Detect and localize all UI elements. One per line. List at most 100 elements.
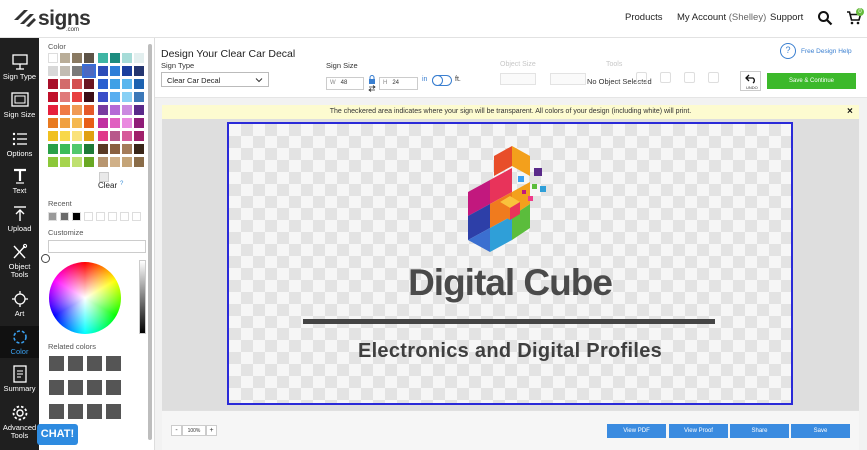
color-swatch[interactable] <box>84 144 94 154</box>
sidebar-item-sign-type[interactable]: Sign Type <box>0 53 39 81</box>
color-swatch[interactable] <box>72 118 82 128</box>
color-swatch[interactable] <box>72 144 82 154</box>
color-swatch[interactable] <box>98 105 108 115</box>
related-color-swatch[interactable] <box>49 404 64 419</box>
color-swatch[interactable] <box>122 105 132 115</box>
color-swatch[interactable] <box>98 66 108 76</box>
related-color-swatch[interactable] <box>68 356 83 371</box>
recent-color-swatch[interactable] <box>60 212 69 221</box>
color-swatch[interactable] <box>60 92 70 102</box>
color-swatch[interactable] <box>72 92 82 102</box>
lock-ratio-icon[interactable] <box>368 75 376 92</box>
color-swatch[interactable] <box>110 131 120 141</box>
free-design-help-link[interactable]: Free Design Help <box>801 48 852 55</box>
customize-hex-input[interactable] <box>48 240 146 253</box>
color-swatch[interactable] <box>84 92 94 102</box>
color-swatch[interactable] <box>122 92 132 102</box>
sidebar-item-art[interactable]: Art <box>0 290 39 318</box>
clear-color-label[interactable]: Clear <box>98 181 117 190</box>
share-button[interactable]: Share <box>730 424 789 438</box>
related-color-swatch[interactable] <box>49 380 64 395</box>
color-swatch[interactable] <box>122 118 132 128</box>
related-color-swatch[interactable] <box>87 380 102 395</box>
width-input[interactable]: W 48 <box>326 77 364 90</box>
related-color-swatch[interactable] <box>106 404 121 419</box>
color-swatch[interactable] <box>110 105 120 115</box>
color-swatch[interactable] <box>60 66 70 76</box>
color-swatch[interactable] <box>122 131 132 141</box>
color-swatch[interactable] <box>48 105 58 115</box>
color-swatch[interactable] <box>134 105 144 115</box>
color-swatch[interactable] <box>98 79 108 89</box>
color-swatch[interactable] <box>110 66 120 76</box>
color-swatch[interactable] <box>122 53 132 63</box>
brightness-slider[interactable] <box>139 260 146 334</box>
related-color-swatch[interactable] <box>106 356 121 371</box>
color-swatch[interactable] <box>134 92 144 102</box>
color-swatch[interactable] <box>134 118 144 128</box>
color-swatch[interactable] <box>134 66 144 76</box>
color-swatch[interactable] <box>84 105 94 115</box>
sidebar-item-text[interactable]: Text <box>0 167 39 195</box>
color-swatch[interactable] <box>72 53 82 63</box>
color-swatch[interactable] <box>48 53 58 63</box>
color-swatch[interactable] <box>72 157 82 167</box>
nav-my-account[interactable]: My Account (Shelley) <box>677 12 766 23</box>
color-swatch[interactable] <box>98 53 108 63</box>
chat-button[interactable]: CHAT! <box>37 424 78 445</box>
sidebar-item-color[interactable]: Color <box>0 328 39 356</box>
recent-color-swatch[interactable] <box>72 212 81 221</box>
view-pdf-button[interactable]: View PDF <box>607 424 666 438</box>
color-wheel-handle[interactable] <box>41 254 50 263</box>
recent-color-swatch[interactable] <box>132 212 141 221</box>
color-swatch[interactable] <box>60 79 70 89</box>
color-swatch[interactable] <box>98 118 108 128</box>
color-swatch[interactable] <box>48 157 58 167</box>
color-swatch[interactable] <box>110 79 120 89</box>
sidebar-item-object-tools[interactable]: Object Tools <box>0 243 39 279</box>
color-panel-scrollbar[interactable] <box>148 44 152 440</box>
color-swatch[interactable] <box>82 64 96 78</box>
color-swatch[interactable] <box>72 105 82 115</box>
color-swatch[interactable] <box>134 131 144 141</box>
save-continue-button[interactable]: Save & Continue <box>767 73 856 89</box>
related-color-swatch[interactable] <box>87 404 102 419</box>
signs-logo[interactable]: signs .com <box>12 6 91 33</box>
sidebar-item-summary[interactable]: Summary <box>0 365 39 393</box>
zoom-in-button[interactable]: + <box>206 425 217 436</box>
zoom-out-button[interactable]: - <box>171 425 182 436</box>
color-swatch[interactable] <box>84 157 94 167</box>
recent-color-swatch[interactable] <box>48 212 57 221</box>
color-swatch[interactable] <box>48 131 58 141</box>
save-button[interactable]: Save <box>791 424 850 438</box>
notice-close-button[interactable]: × <box>847 106 853 117</box>
recent-color-swatch[interactable] <box>120 212 129 221</box>
color-swatch[interactable] <box>60 53 70 63</box>
color-swatch[interactable] <box>60 105 70 115</box>
color-swatch[interactable] <box>48 118 58 128</box>
color-swatch[interactable] <box>110 118 120 128</box>
color-swatch[interactable] <box>98 92 108 102</box>
design-brand-name[interactable]: Digital Cube <box>340 262 680 304</box>
color-swatch[interactable] <box>98 131 108 141</box>
nav-support[interactable]: Support <box>770 12 803 23</box>
color-swatch[interactable] <box>60 157 70 167</box>
color-wheel[interactable] <box>49 262 121 334</box>
color-swatch[interactable] <box>134 79 144 89</box>
related-color-swatch[interactable] <box>68 404 83 419</box>
color-swatch[interactable] <box>134 157 144 167</box>
color-swatch[interactable] <box>84 131 94 141</box>
recent-color-swatch[interactable] <box>84 212 93 221</box>
color-swatch[interactable] <box>48 66 58 76</box>
color-swatch[interactable] <box>110 92 120 102</box>
related-color-swatch[interactable] <box>68 380 83 395</box>
unit-ft-label[interactable]: ft. <box>455 76 461 83</box>
color-swatch[interactable] <box>122 66 132 76</box>
color-swatch[interactable] <box>98 144 108 154</box>
sidebar-item-advanced-tools[interactable]: Advanced Tools <box>0 404 39 440</box>
related-color-swatch[interactable] <box>87 356 102 371</box>
color-swatch[interactable] <box>134 144 144 154</box>
color-swatch[interactable] <box>122 79 132 89</box>
color-swatch[interactable] <box>122 144 132 154</box>
color-swatch[interactable] <box>110 144 120 154</box>
